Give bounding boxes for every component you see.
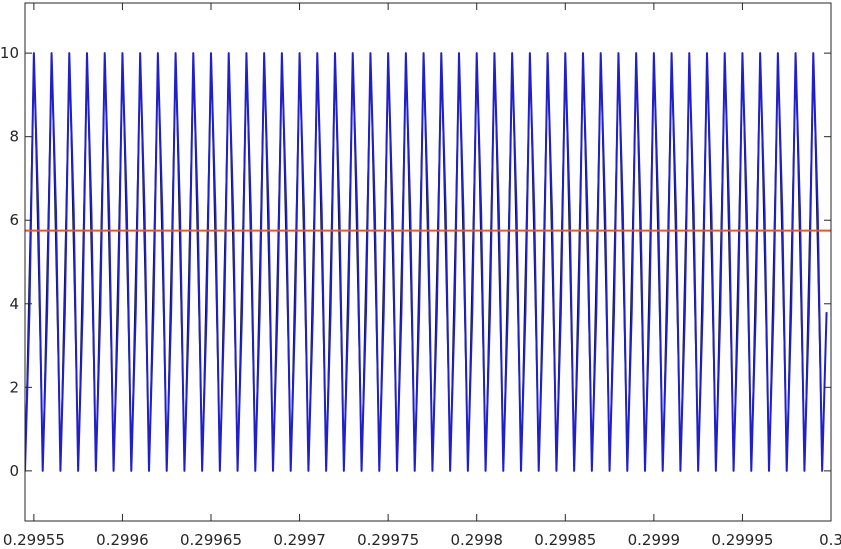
x-tick-label: 0.29955 xyxy=(3,531,65,549)
x-tick-label: 0.29985 xyxy=(534,531,596,549)
y-tick-label: 10 xyxy=(0,44,19,62)
chart-svg: 0.29955 0.2996 0.29965 0.2997 0.29975 0.2998 0… xyxy=(0,2,841,549)
x-tick-label: 0.3 xyxy=(819,531,841,549)
x-tick-label: 0.29965 xyxy=(180,531,242,549)
x-tick-label: 0.2998 xyxy=(450,531,503,549)
y-tick-label: 6 xyxy=(9,211,19,229)
x-tick-label: 0.29995 xyxy=(711,531,773,549)
y-tick-label: 8 xyxy=(9,128,19,146)
x-tick-label: 0.29975 xyxy=(357,531,419,549)
x-tick-label: 0.2999 xyxy=(628,531,681,549)
x-tick-label: 0.2997 xyxy=(273,531,326,549)
y-tick-label: 2 xyxy=(9,378,19,396)
y-tick-label: 4 xyxy=(9,295,19,313)
y-tick-label: 0 xyxy=(9,462,19,480)
chart-figure: 0.29955 0.2996 0.29965 0.2997 0.29975 0.2998 0… xyxy=(0,0,841,549)
x-tick-label: 0.2996 xyxy=(96,531,149,549)
